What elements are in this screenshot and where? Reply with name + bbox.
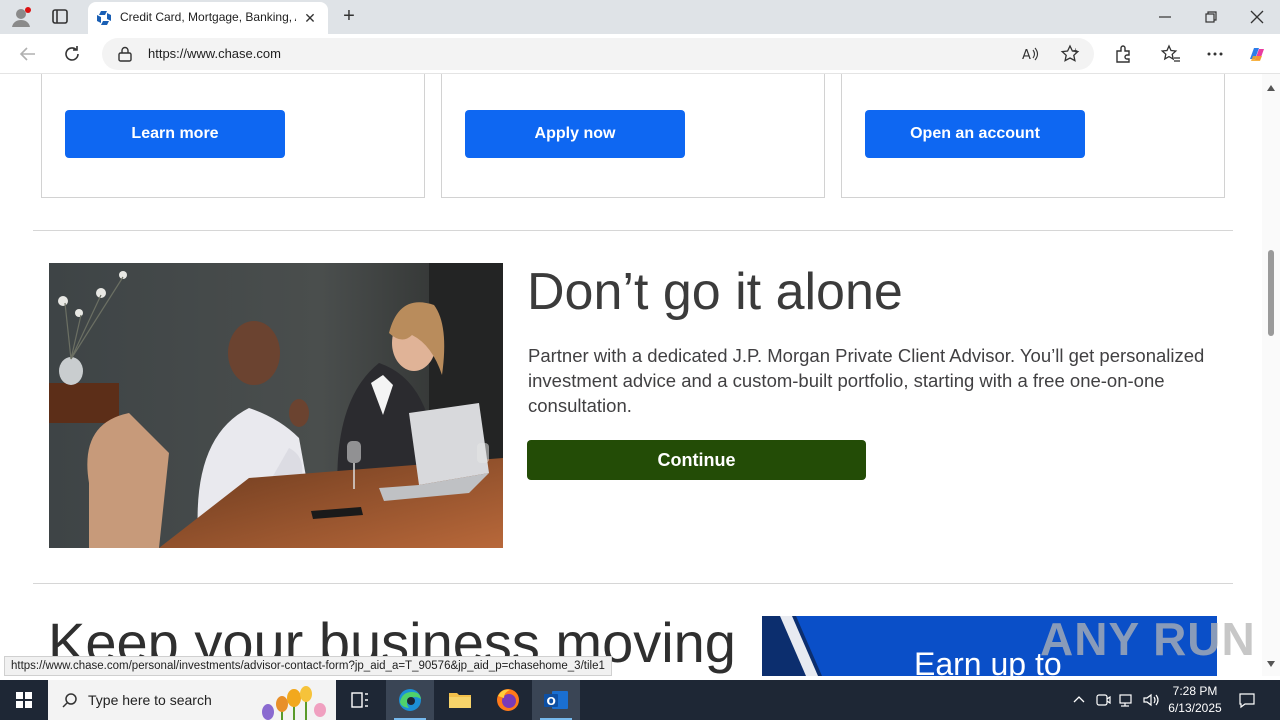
tab-actions-icon[interactable] [48,6,72,28]
close-tab-icon[interactable]: ✕ [302,10,318,26]
product-card: Learn more [41,74,425,198]
windows-start-icon[interactable] [0,680,48,720]
notifications-icon[interactable] [1238,691,1256,709]
restore-icon[interactable] [1200,6,1222,28]
file-explorer-icon[interactable] [436,680,484,720]
show-hidden-icons-icon[interactable] [1070,691,1088,709]
minimize-icon[interactable] [1154,6,1176,28]
address-bar-row: https://www.chase.com A + [0,34,1280,74]
product-card: Apply now [441,74,825,198]
open-account-button[interactable]: Open an account [865,110,1085,158]
scroll-down-icon[interactable] [1266,656,1276,667]
profile-icon[interactable] [10,6,32,28]
firefox-icon[interactable] [484,680,532,720]
advisor-meeting-photo[interactable] [49,263,503,548]
back-icon[interactable] [16,42,40,66]
svg-text:+: + [1073,46,1078,55]
url-text: https://www.chase.com [148,46,281,61]
close-window-icon[interactable] [1246,6,1268,28]
favorite-star-icon[interactable]: + [1060,44,1080,64]
feature-headline: Don’t go it alone [527,263,903,321]
more-options-icon[interactable] [1204,43,1226,65]
svg-text:O: O [547,695,556,708]
new-tab-icon[interactable]: + [338,6,360,28]
taskbar-search-box[interactable]: Type here to search [48,680,336,720]
learn-more-button[interactable]: Learn more [65,110,285,158]
apply-now-button[interactable]: Apply now [465,110,685,158]
network-icon[interactable] [1118,691,1136,709]
lock-icon[interactable] [118,46,132,62]
anyrun-watermark: ANY RUN [1040,613,1256,665]
refresh-icon[interactable] [60,42,84,66]
search-placeholder: Type here to search [88,692,212,708]
windows-taskbar: Type here to search O 7:28 PM 6/13/2025 [0,680,1280,720]
section-divider [33,583,1233,584]
url-field[interactable]: https://www.chase.com A + [102,38,1094,70]
chase-favicon-icon [96,10,112,26]
active-tab[interactable]: Credit Card, Mortgage, Banking, Auto | C… [88,2,328,34]
product-card: Open an account [841,74,1225,198]
feature-description: Partner with a dedicated J.P. Morgan Pri… [528,345,1205,416]
continue-button[interactable]: Continue [527,440,866,480]
page-scrollbar[interactable] [1262,74,1280,676]
tab-title: Credit Card, Mortgage, Banking, Auto | C… [120,10,296,24]
task-view-icon[interactable] [336,680,384,720]
link-status-bar: https://www.chase.com/personal/investmen… [4,656,612,676]
scroll-up-icon[interactable] [1266,80,1276,91]
tulip-decoration-icon [262,686,326,720]
favorites-icon[interactable] [1160,43,1182,65]
svg-text:A: A [1022,48,1031,63]
section-divider [33,230,1233,231]
browser-tab-bar: Credit Card, Mortgage, Banking, Auto | C… [0,0,1280,34]
meet-now-icon[interactable] [1094,691,1112,709]
clock-time: 7:28 PM [1172,684,1218,698]
volume-icon[interactable] [1142,691,1160,709]
extensions-icon[interactable] [1112,43,1134,65]
scroll-thumb[interactable] [1268,250,1274,336]
edge-browser-icon[interactable] [386,680,434,720]
search-icon [62,692,78,708]
copilot-icon[interactable] [1246,43,1268,65]
system-clock[interactable]: 7:28 PM 6/13/2025 [1160,683,1230,717]
page-viewport: Learn more Apply now Open an account Don… [0,74,1262,676]
outlook-icon[interactable]: O [532,680,580,720]
clock-date: 6/13/2025 [1168,701,1222,715]
read-aloud-icon[interactable]: A [1020,44,1040,64]
